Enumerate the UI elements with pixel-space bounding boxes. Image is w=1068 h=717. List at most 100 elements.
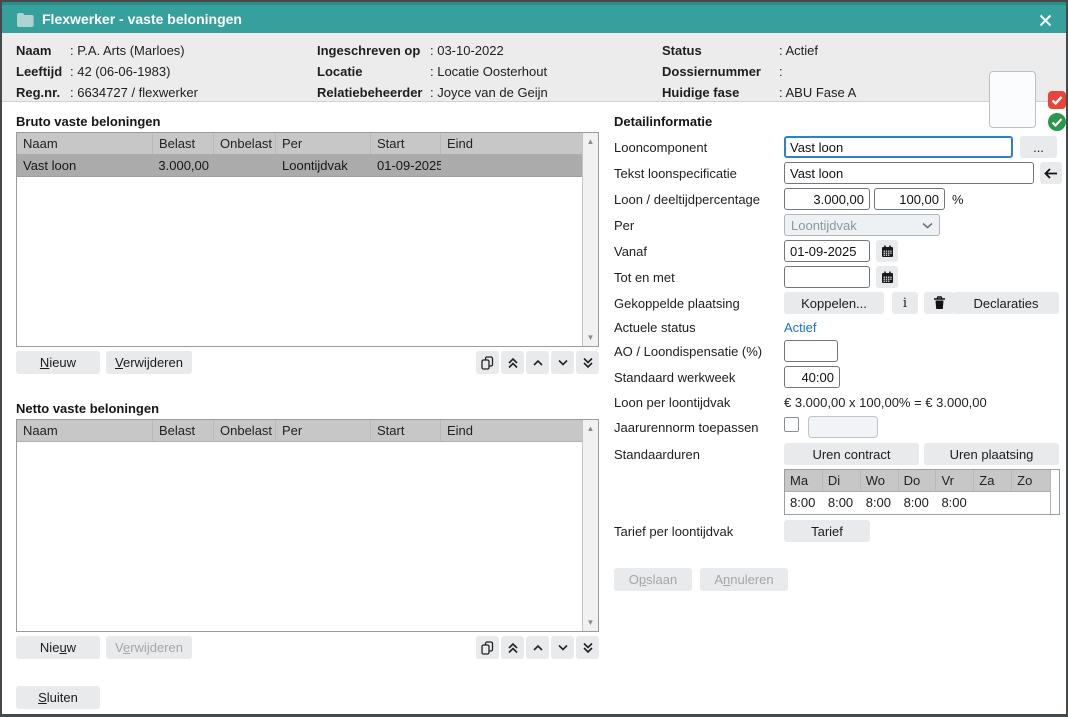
koppelen-button[interactable]: Koppelen... [784, 292, 884, 314]
column-header-eind[interactable]: Eind [441, 420, 584, 441]
bruto-verwijderen-button[interactable]: Verwijderen [106, 351, 192, 374]
bruto-move-bottom-icon[interactable] [576, 351, 599, 374]
info-button[interactable]: i [892, 292, 918, 314]
folder-icon [16, 12, 34, 27]
day-hours: 8:00 [861, 492, 899, 513]
tot-en-met-label: Tot en met [614, 270, 675, 285]
deeltijdpercentage-input[interactable] [874, 188, 945, 210]
percent-unit-label: % [952, 192, 964, 207]
close-icon[interactable] [1034, 10, 1056, 30]
netto-verwijderen-button[interactable]: Verwijderen [106, 636, 192, 659]
bruto-move-up-icon[interactable] [526, 351, 549, 374]
status-label: Status [662, 43, 702, 58]
netto-move-top-icon[interactable] [501, 636, 524, 659]
bruto-section-title: Bruto vaste beloningen [16, 114, 160, 129]
day-header: Di [823, 470, 861, 491]
loon-per-loontijdvak-value: € 3.000,00 x 100,00% = € 3.000,00 [784, 395, 987, 410]
standaard-werkweek-label: Standaard werkweek [614, 370, 735, 385]
cell-onbelast [214, 155, 276, 176]
netto-nieuw-button[interactable]: Nieuw [16, 636, 100, 659]
standaarduren-scrollbar[interactable] [1050, 470, 1059, 514]
jaarurennorm-checkbox[interactable] [784, 417, 799, 432]
column-header-onbelast[interactable]: Onbelast [214, 133, 276, 154]
naam-label: Naam [16, 43, 51, 58]
column-header-belast[interactable]: Belast [153, 420, 214, 441]
bruto-move-top-icon[interactable] [501, 351, 524, 374]
column-header-naam[interactable]: Naam [17, 420, 153, 441]
copy-back-arrow-icon[interactable] [1040, 162, 1062, 184]
bruto-table-scrollbar[interactable]: ▲▼ [582, 133, 598, 346]
uren-plaatsing-button[interactable]: Uren plaatsing [924, 443, 1059, 465]
vanaf-calendar-icon[interactable] [876, 240, 898, 262]
netto-table-scrollbar[interactable]: ▲▼ [582, 420, 598, 631]
uren-contract-button[interactable]: Uren contract [784, 443, 919, 465]
locatie-value: : Locatie Oosterhout [430, 64, 547, 79]
ao-loondispensatie-input[interactable] [784, 340, 838, 362]
flexwerker-window: Flexwerker - vaste beloningen Naam Leeft… [0, 0, 1068, 717]
dossiernummer-label: Dossiernummer [662, 64, 761, 79]
declaraties-button[interactable]: Declaraties [953, 292, 1059, 314]
looncomponent-label: Looncomponent [614, 140, 707, 155]
sluiten-button[interactable]: Sluiten [16, 686, 100, 709]
netto-move-up-icon[interactable] [526, 636, 549, 659]
day-header: Ma [785, 470, 823, 491]
cell-eind [441, 155, 568, 176]
bruto-copy-icon[interactable] [476, 351, 499, 374]
column-header-start[interactable]: Start [371, 420, 441, 441]
column-header-per[interactable]: Per [276, 420, 371, 441]
status-value: : Actief [779, 43, 818, 58]
looncomponent-browse-button[interactable]: ... [1020, 136, 1057, 158]
ingeschreven-label: Ingeschreven op [317, 43, 420, 58]
detail-title: Detailinformatie [614, 114, 712, 129]
gekoppelde-plaatsing-label: Gekoppelde plaatsing [614, 296, 740, 311]
cell-belast: 3.000,00 [153, 155, 214, 176]
standaard-werkweek-input[interactable] [784, 366, 840, 388]
day-header: Zo [1012, 470, 1050, 491]
actuele-status-link[interactable]: Actief [784, 320, 817, 335]
red-check-icon [1048, 91, 1066, 109]
day-hours [1012, 492, 1050, 513]
day-hours [974, 492, 1012, 513]
bruto-move-down-icon[interactable] [551, 351, 574, 374]
window-title: Flexwerker - vaste beloningen [42, 11, 242, 27]
table-row-selected[interactable]: Vast loon 3.000,00 Loontijdvak 01-09-202… [17, 155, 598, 177]
dossiernummer-value: : [779, 64, 783, 79]
ao-loondispensatie-label: AO / Loondispensatie (%) [614, 344, 762, 359]
netto-move-bottom-icon[interactable] [576, 636, 599, 659]
cell-start: 01-09-2025 [371, 155, 441, 176]
looncomponent-input[interactable] [784, 136, 1013, 158]
trash-icon[interactable] [924, 292, 954, 314]
column-header-per[interactable]: Per [276, 133, 371, 154]
cell-naam: Vast loon [17, 155, 153, 176]
tot-en-met-calendar-icon[interactable] [876, 266, 898, 288]
per-select[interactable]: Loontijdvak [784, 214, 940, 236]
netto-copy-icon[interactable] [476, 636, 499, 659]
tekst-loonspecificatie-label: Tekst loonspecificatie [614, 166, 737, 181]
actuele-status-label: Actuele status [614, 320, 696, 335]
jaarurennorm-input[interactable] [808, 416, 878, 438]
bruto-nieuw-button[interactable]: Nieuw [16, 351, 100, 374]
netto-section-title: Netto vaste beloningen [16, 401, 159, 416]
column-header-onbelast[interactable]: Onbelast [214, 420, 276, 441]
day-hours: 8:00 [899, 492, 937, 513]
photo-placeholder [989, 71, 1036, 128]
column-header-belast[interactable]: Belast [153, 133, 214, 154]
netto-move-down-icon[interactable] [551, 636, 574, 659]
relatiebeheerder-value: : Joyce van de Geijn [430, 85, 548, 100]
standaarduren-table-header: Ma Di Wo Do Vr Za Zo [785, 470, 1050, 492]
annuleren-button[interactable]: Annuleren [700, 568, 788, 591]
per-label: Per [614, 218, 634, 233]
column-header-start[interactable]: Start [371, 133, 441, 154]
column-header-eind[interactable]: Eind [441, 133, 584, 154]
locatie-label: Locatie [317, 64, 363, 79]
tot-en-met-input[interactable] [784, 266, 870, 288]
opslaan-button[interactable]: Opslaan [614, 568, 692, 591]
tarief-button[interactable]: Tarief [784, 520, 870, 542]
tekst-loonspecificatie-input[interactable] [784, 162, 1034, 184]
vanaf-input[interactable] [784, 240, 870, 262]
loon-bedrag-input[interactable] [784, 188, 870, 210]
netto-table-header: Naam Belast Onbelast Per Start Eind [17, 420, 598, 442]
day-hours: 8:00 [785, 492, 823, 513]
column-header-naam[interactable]: Naam [17, 133, 153, 154]
day-header: Vr [936, 470, 974, 491]
